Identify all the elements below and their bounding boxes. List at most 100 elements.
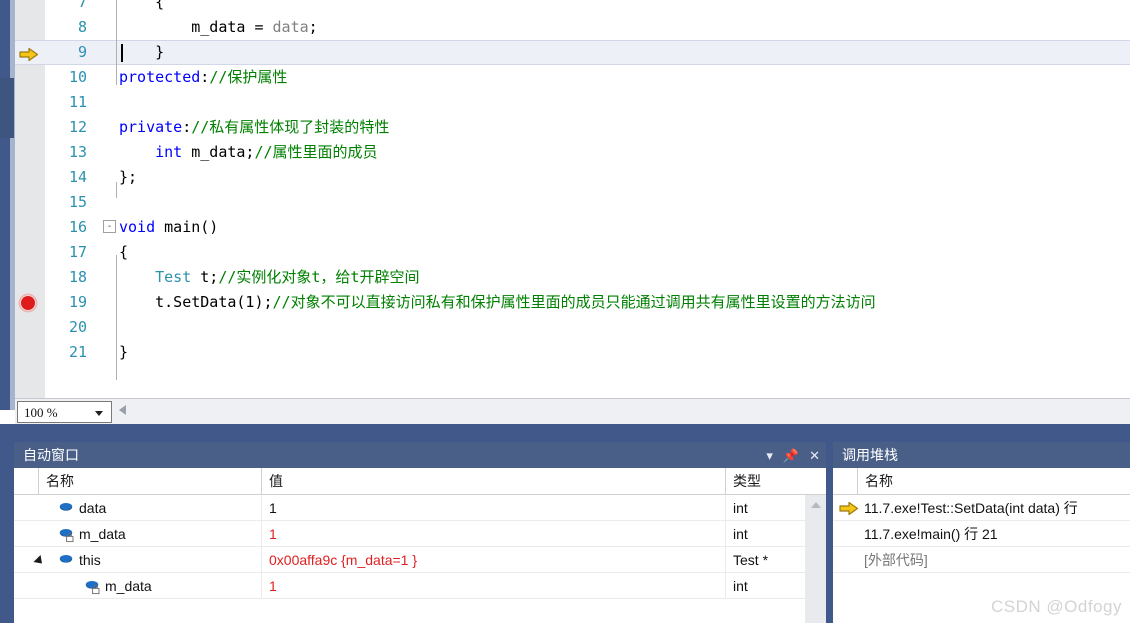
code-line[interactable]: 19 t.SetData(1);//对象不可以直接访问私有和保护属性里面的成员只… <box>15 290 1130 315</box>
code-text: { <box>119 243 129 261</box>
code-line[interactable]: 10 protected://保护属性 <box>15 65 1130 90</box>
gutter-marker-empty <box>15 115 45 140</box>
gutter-marker-empty <box>15 315 45 340</box>
callstack-title-bar[interactable]: 调用堆栈 <box>833 442 1130 468</box>
code-line[interactable]: 16 - void main() <box>15 215 1130 240</box>
close-icon[interactable]: ✕ <box>809 449 820 462</box>
variable-type: Test * <box>725 547 805 573</box>
code-line[interactable]: 21} <box>15 340 1130 365</box>
gutter-marker-empty <box>15 165 45 190</box>
dock-strip-tab[interactable] <box>0 78 14 138</box>
code-line[interactable]: 7 { <box>15 0 1130 15</box>
code-line[interactable]: 8 m_data = data; <box>15 15 1130 40</box>
variable-value[interactable]: 0x00affa9c {m_data=1 } <box>261 547 725 573</box>
autos-window[interactable]: 自动窗口 ▾ 📌 ✕ 名称 值 类型 data 1 int m_data 1 int thi… <box>14 442 826 623</box>
code-line[interactable]: 18 Test t;//实例化对象t，给t开辟空间 <box>15 265 1130 290</box>
variable-type: int <box>725 495 805 521</box>
line-number: 12 <box>68 118 87 136</box>
call-stack-window[interactable]: 调用堆栈 名称 11.7.exe!Test::SetData(int data)… <box>833 442 1130 623</box>
autos-title-bar[interactable]: 自动窗口 ▾ 📌 ✕ <box>14 442 826 468</box>
code-text: } <box>119 343 129 361</box>
line-number: 13 <box>68 143 87 161</box>
line-number: 10 <box>68 68 87 86</box>
variable-name: this <box>79 552 101 568</box>
chevron-down-icon[interactable] <box>95 411 103 416</box>
column-header-name[interactable]: 名称 <box>38 468 261 495</box>
watermark: CSDN @Odfogy <box>991 597 1122 616</box>
debug-panels-band: 自动窗口 ▾ 📌 ✕ 名称 值 类型 data 1 int m_data 1 int thi… <box>0 424 1130 623</box>
table-row[interactable]: data 1 int <box>14 495 826 521</box>
table-row[interactable]: m_data 1 int <box>14 573 826 599</box>
autos-column-headers: 名称 值 类型 <box>14 468 826 495</box>
gutter-marker-empty <box>15 15 45 40</box>
private-field-icon <box>58 526 75 543</box>
code-text: } <box>119 43 165 61</box>
table-row[interactable]: 11.7.exe!Test::SetData(int data) 行 <box>833 495 1130 521</box>
callstack-column-headers: 名称 <box>833 468 1130 495</box>
code-line[interactable]: 11 <box>15 90 1130 115</box>
breakpoint-icon[interactable] <box>15 290 45 315</box>
table-row[interactable]: this 0x00affa9c {m_data=1 } Test * <box>14 547 826 573</box>
gutter-marker-empty <box>15 265 45 290</box>
column-header-type[interactable]: 类型 <box>725 468 805 495</box>
variable-name: m_data <box>79 526 126 542</box>
line-number: 8 <box>77 18 87 36</box>
column-header-value[interactable]: 值 <box>261 468 725 495</box>
line-number: 16 <box>68 218 87 236</box>
gutter-marker-empty <box>15 90 45 115</box>
indent-guide <box>116 0 117 85</box>
gutter-marker-empty <box>15 190 45 215</box>
gutter-marker-empty <box>15 215 45 240</box>
scroll-left-arrow-icon[interactable] <box>119 405 126 415</box>
stack-frame-label: 11.7.exe!main() 行 21 <box>864 526 998 542</box>
field-icon <box>58 552 75 569</box>
code-line[interactable]: 17 { <box>15 240 1130 265</box>
docked-toolwindow-strip[interactable] <box>0 0 15 410</box>
code-text: void main() <box>119 218 219 236</box>
private-field-icon <box>84 578 101 595</box>
code-text: t.SetData(1);//对象不可以直接访问私有和保护属性里面的成员只能通过… <box>119 293 876 311</box>
code-text: m_data = data; <box>119 18 318 36</box>
stack-frame-label: 11.7.exe!Test::SetData(int data) 行 <box>864 500 1078 516</box>
text-caret <box>121 44 123 62</box>
code-text: int m_data;//属性里面的成员 <box>155 143 378 161</box>
variable-value[interactable]: 1 <box>261 521 725 547</box>
table-row[interactable]: 11.7.exe!main() 行 21 <box>833 521 1130 547</box>
window-menu-chevron-icon[interactable]: ▾ <box>766 449 773 462</box>
scroll-up-arrow-icon[interactable] <box>811 502 821 508</box>
stack-frame-label: [外部代码] <box>864 552 928 568</box>
line-number: 21 <box>68 343 87 361</box>
code-text: { <box>119 0 165 11</box>
code-text: }; <box>119 168 138 186</box>
line-number: 7 <box>77 0 87 11</box>
code-line[interactable]: 15 <box>15 190 1130 215</box>
expand-collapse-icon[interactable] <box>33 554 46 568</box>
table-row[interactable]: m_data 1 int <box>14 521 826 547</box>
line-number: 14 <box>68 168 87 186</box>
line-number: 15 <box>68 193 87 211</box>
autos-grid[interactable]: 名称 值 类型 data 1 int m_data 1 int this 0x00affa9c… <box>14 468 826 623</box>
code-line[interactable]: 20 <box>15 315 1130 340</box>
editor-status-bar: 100 % <box>15 398 1130 424</box>
current-statement-arrow-icon[interactable] <box>15 40 45 65</box>
pin-icon[interactable]: 📌 <box>783 449 799 462</box>
code-lines[interactable]: 7 {8 m_data = data; 9 } 10 protected://保护属性… <box>15 0 1130 365</box>
variable-value[interactable]: 1 <box>261 495 725 521</box>
gutter-marker-empty <box>15 140 45 165</box>
autos-vertical-scrollbar[interactable] <box>805 495 826 623</box>
line-number: 20 <box>68 318 87 336</box>
current-frame-arrow-icon <box>839 501 859 516</box>
code-line[interactable]: 12 private://私有属性体现了封装的特性 <box>15 115 1130 140</box>
variable-value[interactable]: 1 <box>261 573 725 599</box>
code-editor[interactable]: 7 {8 m_data = data; 9 } 10 protected://保护属性… <box>15 0 1130 398</box>
column-header-name[interactable]: 名称 <box>857 468 1130 495</box>
zoom-level-combobox[interactable]: 100 % <box>17 401 112 423</box>
code-line[interactable]: 14}; <box>15 165 1130 190</box>
code-line[interactable]: 13 int m_data;//属性里面的成员 <box>15 140 1130 165</box>
line-number: 11 <box>68 93 87 111</box>
code-line[interactable]: 9 } <box>15 40 1130 65</box>
field-icon <box>58 500 75 517</box>
variable-name: m_data <box>105 578 152 594</box>
table-row[interactable]: [外部代码] <box>833 547 1130 573</box>
fold-toggle-icon[interactable]: - <box>103 220 116 233</box>
